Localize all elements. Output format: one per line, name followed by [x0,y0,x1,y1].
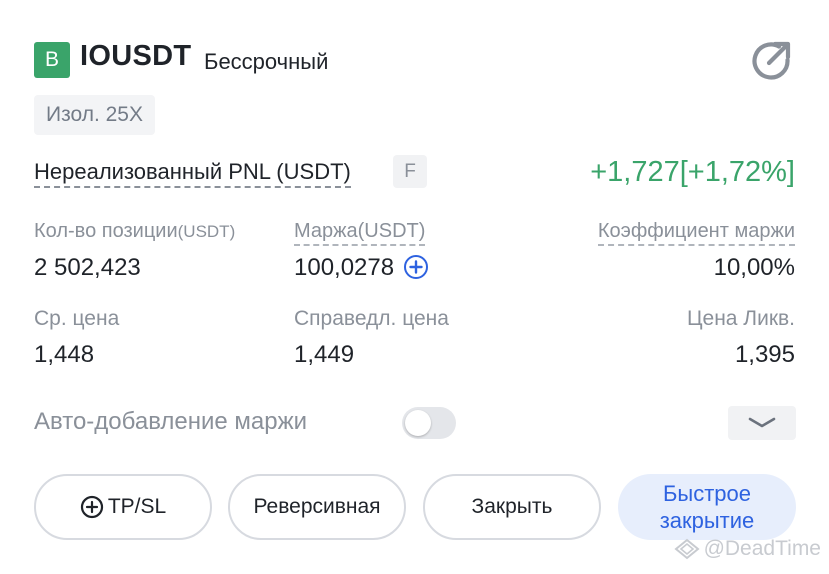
position-size-label: Кол-во позиции(USDT) [34,220,236,242]
reverse-button[interactable]: Реверсивная [228,474,406,540]
expand-button[interactable] [728,406,796,440]
close-button[interactable]: Закрыть [423,474,601,540]
mark-price-label: Справедл. цена [294,307,449,330]
share-arrow-icon [752,41,791,80]
chevron-down-icon [748,417,776,428]
liquidation-price-label: Цена Ликв. [686,307,795,330]
margin-ratio-value: 10,00% [713,254,795,281]
side-badge: B [34,42,70,78]
auto-add-margin-toggle[interactable] [402,407,456,439]
mark-price-value: 1,449 [294,341,355,368]
pnl-basis-badge[interactable]: F [393,155,427,188]
position-size-value: 2 502,423 [34,254,141,281]
margin-value-row: 100,0278 [294,253,429,283]
plus-circle-icon[interactable] [404,254,429,279]
liquidation-price-value: 1,395 [734,341,795,368]
plus-circle-icon [80,495,103,519]
unrealized-pnl-value: +1,727[+1,72%] [590,156,795,188]
entry-price-value: 1,448 [34,341,95,368]
quick-close-button[interactable]: Быстрое закрытие [618,474,796,540]
margin-ratio-label[interactable]: Коэффициент маржи [597,218,795,246]
symbol-title[interactable]: IOUSDT [80,40,191,73]
quick-close-line2: закрытие [659,508,755,533]
watermark-text: @DeadTime [703,537,821,560]
margin-label[interactable]: Маржа(USDT) [294,218,426,246]
plus-glyph [409,259,423,274]
toggle-knob [405,410,431,436]
entry-price-label: Ср. цена [34,307,120,330]
watermark: @DeadTime [673,537,821,561]
auto-add-margin-label: Авто-добавление маржи [34,408,308,435]
margin-mode-badge[interactable]: Изол. 25X [34,95,155,135]
tpsl-label: TP/SL [107,495,167,518]
contract-type: Бессрочный [204,49,329,74]
share-button[interactable] [750,40,792,80]
tpsl-button[interactable]: TP/SL [34,474,212,540]
unrealized-pnl-label[interactable]: Нереализованный PNL (USDT) [34,159,351,188]
diamond-logo-icon [673,538,700,560]
quick-close-line1: Быстрое [662,481,752,506]
margin-value: 100,0278 [294,254,395,281]
